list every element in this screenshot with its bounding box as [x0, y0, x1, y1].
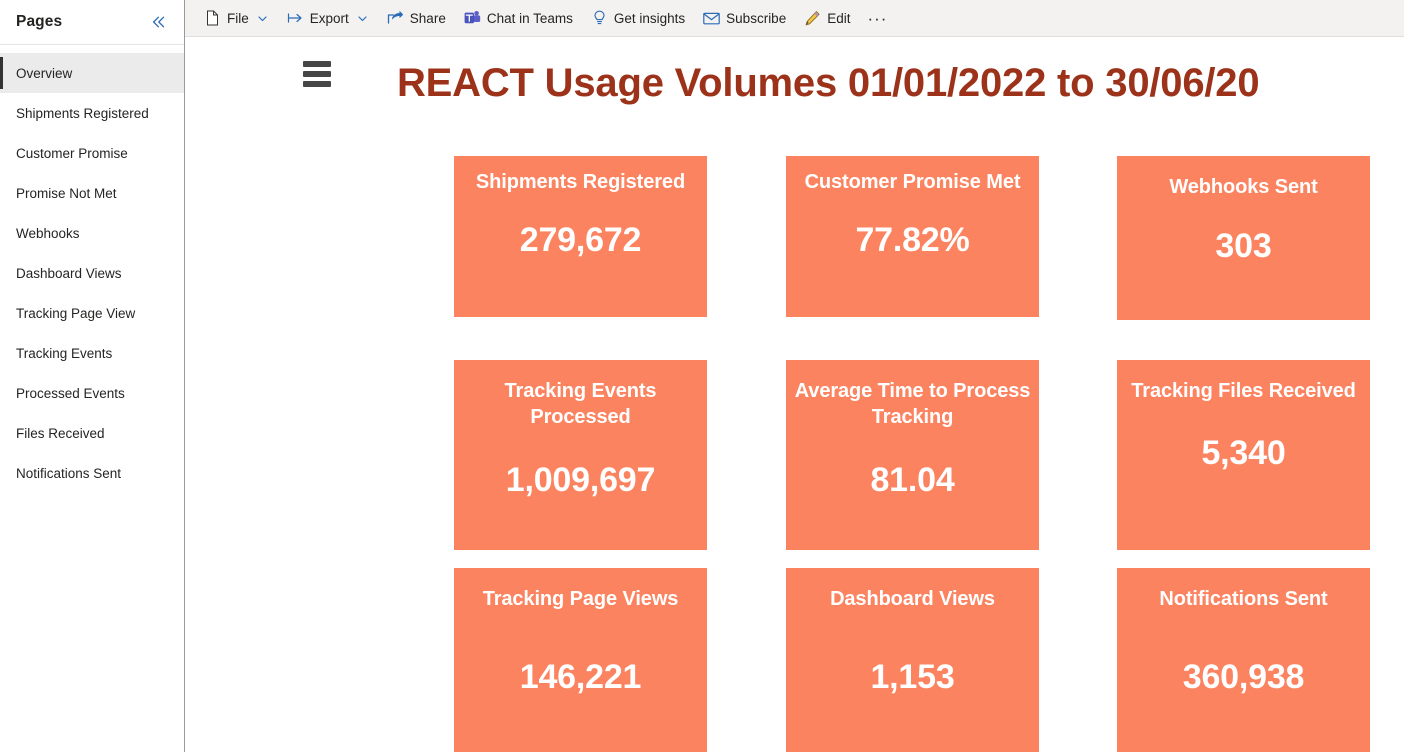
file-menu-label: File [227, 10, 249, 26]
kpi-card-webhooks-sent[interactable]: Webhooks Sent 303 [1117, 156, 1370, 320]
kpi-card-dashboard-views[interactable]: Dashboard Views 1,153 [786, 568, 1039, 752]
sidebar-item-label: Notifications Sent [16, 465, 122, 481]
sidebar-item-label: Dashboard Views [16, 265, 122, 281]
export-menu-label: Export [309, 10, 349, 26]
file-icon [204, 10, 221, 27]
subscribe-button-label: Subscribe [726, 10, 787, 26]
kpi-card-customer-promise-met[interactable]: Customer Promise Met 77.82% [786, 156, 1039, 317]
sidebar-item-processed-events[interactable]: Processed Events [0, 373, 184, 413]
sidebar-item-shipments-registered[interactable]: Shipments Registered [0, 93, 184, 133]
subscribe-button[interactable]: Subscribe [694, 3, 795, 33]
hamburger-menu-icon[interactable] [303, 60, 331, 88]
kpi-title: Shipments Registered [475, 171, 686, 193]
kpi-value: 81.04 [870, 460, 955, 499]
kpi-value: 303 [1215, 227, 1272, 266]
sidebar-item-label: Customer Promise [16, 145, 128, 161]
export-arrow-icon [287, 10, 304, 27]
kpi-value: 1,009,697 [505, 460, 656, 499]
sidebar-item-label: Tracking Page View [16, 305, 136, 321]
kpi-card-tracking-files-received[interactable]: Tracking Files Received 5,340 [1117, 360, 1370, 550]
chevron-down-icon [356, 12, 369, 25]
kpi-card-shipments-registered[interactable]: Shipments Registered 279,672 [454, 156, 707, 317]
kpi-card-notifications-sent[interactable]: Notifications Sent 360,938 [1117, 568, 1370, 752]
sidebar-item-label: Shipments Registered [16, 105, 149, 121]
kpi-value: 146,221 [519, 658, 642, 697]
kpi-title: Notifications Sent [1159, 588, 1328, 610]
kpi-value: 77.82% [855, 221, 970, 260]
kpi-title: Tracking Events Processed [504, 380, 657, 429]
more-options-button[interactable]: ··· [859, 3, 895, 33]
pages-list: Overview Shipments Registered Customer P… [0, 45, 184, 752]
kpi-card-average-time-to-process-tracking[interactable]: Average Time to Process Tracking 81.04 [786, 360, 1039, 550]
share-button[interactable]: Share [378, 3, 455, 33]
kpi-value: 360,938 [1182, 658, 1305, 697]
sidebar-item-label: Overview [16, 65, 73, 81]
sidebar-item-customer-promise[interactable]: Customer Promise [0, 133, 184, 173]
report-canvas: REACT Usage Volumes 01/01/2022 to 30/06/… [185, 37, 1404, 752]
chat-in-teams-label: Chat in Teams [486, 10, 573, 26]
kpi-title: Tracking Page Views [482, 588, 679, 610]
pages-sidebar: Pages Overview Shipments Registered Cust… [0, 0, 185, 752]
share-button-label: Share [409, 10, 446, 26]
hamburger-bar [303, 81, 331, 87]
sidebar-item-notifications-sent[interactable]: Notifications Sent [0, 453, 184, 493]
edit-button[interactable]: Edit [795, 3, 859, 33]
main-area: File Export Share Chat in Teams Get insi… [185, 0, 1404, 752]
sidebar-item-dashboard-views[interactable]: Dashboard Views [0, 253, 184, 293]
share-arrow-icon [387, 10, 404, 27]
report-toolbar: File Export Share Chat in Teams Get insi… [185, 0, 1404, 37]
kpi-title: Tracking Files Received [1131, 380, 1356, 402]
sidebar-item-tracking-events[interactable]: Tracking Events [0, 333, 184, 373]
hamburger-bar [303, 71, 331, 77]
edit-button-label: Edit [827, 10, 851, 26]
sidebar-item-files-received[interactable]: Files Received [0, 413, 184, 453]
kpi-card-tracking-events-processed[interactable]: Tracking Events Processed 1,009,697 [454, 360, 707, 550]
kpi-card-tracking-page-views[interactable]: Tracking Page Views 146,221 [454, 568, 707, 752]
sidebar-title: Pages [16, 13, 63, 30]
sidebar-header: Pages [0, 0, 184, 45]
kpi-title: Webhooks Sent [1169, 176, 1318, 198]
sidebar-item-label: Files Received [16, 425, 105, 441]
lightbulb-icon [591, 10, 608, 27]
sidebar-item-webhooks[interactable]: Webhooks [0, 213, 184, 253]
sidebar-item-label: Promise Not Met [16, 185, 117, 201]
kpi-value: 1,153 [870, 658, 955, 697]
envelope-icon [703, 10, 720, 27]
chat-in-teams-button[interactable]: Chat in Teams [455, 3, 582, 33]
file-menu-button[interactable]: File [195, 3, 278, 33]
kpi-title: Dashboard Views [830, 588, 995, 610]
hamburger-bar [303, 61, 331, 67]
sidebar-item-overview[interactable]: Overview [0, 53, 184, 93]
kpi-value: 5,340 [1201, 434, 1286, 473]
sidebar-item-label: Tracking Events [16, 345, 113, 361]
teams-icon [464, 10, 481, 27]
kpi-title: Average Time to Process Tracking [794, 380, 1031, 429]
export-menu-button[interactable]: Export [278, 3, 378, 33]
sidebar-item-label: Processed Events [16, 385, 125, 401]
get-insights-label: Get insights [613, 10, 686, 26]
double-chevron-left-icon[interactable] [148, 11, 170, 33]
sidebar-item-tracking-page-view[interactable]: Tracking Page View [0, 293, 184, 333]
kpi-title: Customer Promise Met [804, 171, 1021, 193]
power-bi-report-window: Pages Overview Shipments Registered Cust… [0, 0, 1404, 752]
chevron-down-icon [256, 12, 269, 25]
sidebar-item-promise-not-met[interactable]: Promise Not Met [0, 173, 184, 213]
page-title: REACT Usage Volumes 01/01/2022 to 30/06/… [397, 61, 1260, 105]
pencil-icon [804, 10, 821, 27]
sidebar-item-label: Webhooks [16, 225, 80, 241]
kpi-value: 279,672 [519, 221, 642, 260]
get-insights-button[interactable]: Get insights [582, 3, 694, 33]
